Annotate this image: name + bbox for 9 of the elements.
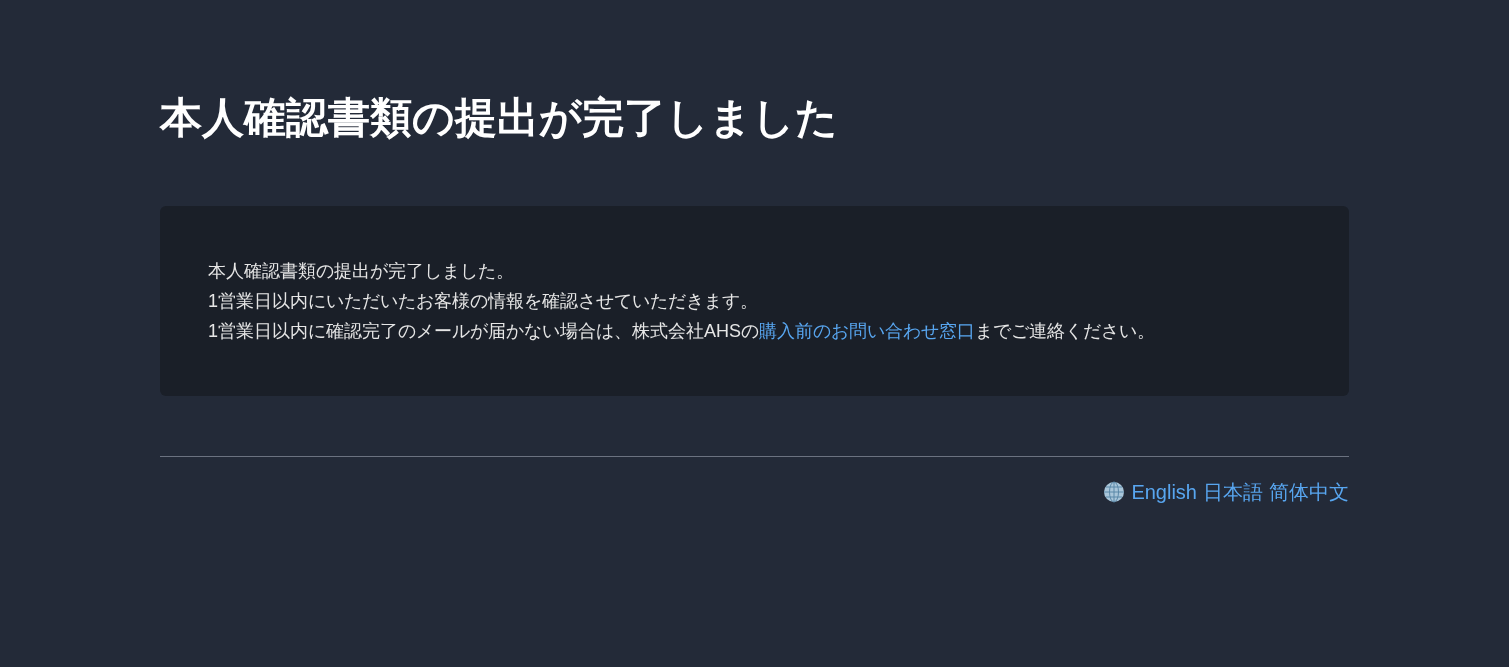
page-title: 本人確認書類の提出が完了しました [160, 93, 838, 143]
message-text: 1営業日以内に確認完了のメールが届かない場合は、株式会社AHSの購入前のお問い合わせ窓口 までご連絡ください。 [208, 320, 1157, 343]
message-text: 1営業日以内にいただいたお客様の情報を確認させていただきます。 [208, 290, 759, 313]
contact-link[interactable]: 購入前のお問い合わせ窓口 [759, 321, 976, 341]
globe-icon [1103, 481, 1126, 503]
language-link[interactable]: 日本語 [1203, 477, 1263, 507]
language-link[interactable]: English [1131, 477, 1197, 507]
language-link[interactable]: 简体中文 [1269, 477, 1349, 507]
message-text: 本人確認書類の提出が完了しました。 [208, 260, 515, 283]
